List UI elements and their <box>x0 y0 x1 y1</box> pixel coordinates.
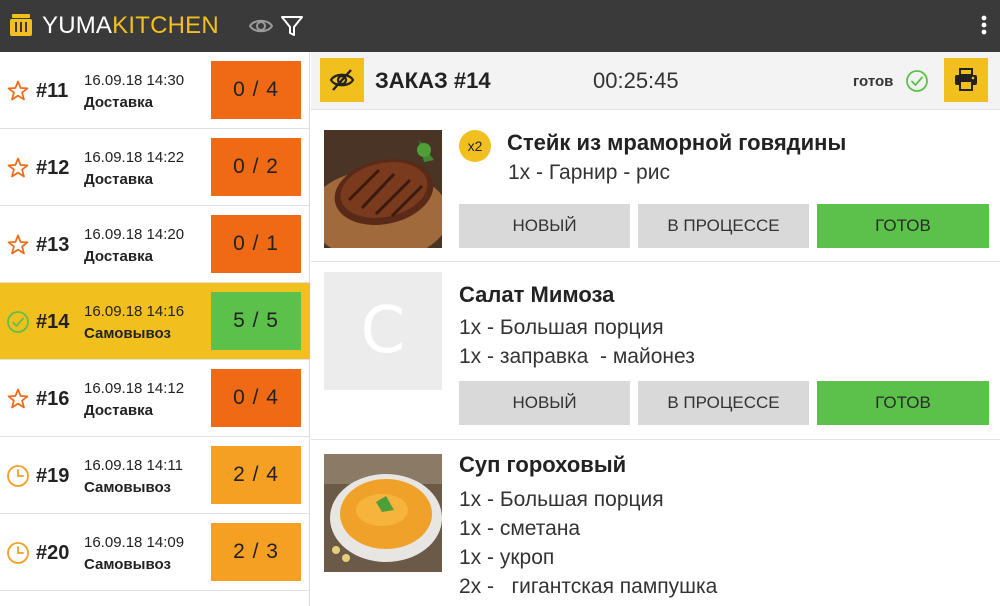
clock-icon <box>7 542 29 564</box>
order-number: #14 <box>36 311 70 333</box>
eye-icon[interactable] <box>248 15 274 37</box>
app-toolbar: YUMAKITCHEN <box>0 0 1000 52</box>
order-type: Доставка <box>84 248 153 265</box>
order-datetime: 16.09.18 14:09 <box>84 534 185 551</box>
status-in-progress-button[interactable]: В ПРОЦЕССЕ <box>638 381 809 425</box>
order-datetime: 16.09.18 14:16 <box>84 303 185 320</box>
order-datetime: 16.09.18 14:11 <box>84 457 183 474</box>
item-modifier: 1x - сметана <box>459 517 581 540</box>
print-button[interactable] <box>944 58 988 102</box>
order-type: Самовывоз <box>84 479 171 496</box>
order-number: #20 <box>36 542 70 564</box>
order-number: #19 <box>36 465 70 487</box>
check-circle-icon[interactable] <box>905 69 929 93</box>
order-type: Доставка <box>84 402 153 419</box>
hide-order-button[interactable] <box>320 58 364 102</box>
more-menu-icon[interactable] <box>974 12 994 40</box>
order-row[interactable]: #16 16.09.18 14:12 Доставка 0 / 4 <box>0 360 310 437</box>
order-item: x2 Стейк из мраморной говядины 1x - Гарн… <box>311 110 1000 262</box>
order-row[interactable]: #12 16.09.18 14:22 Доставка 0 / 2 <box>0 129 310 206</box>
status-new-button[interactable]: НОВЫЙ <box>459 204 630 248</box>
order-datetime: 16.09.18 14:12 <box>84 380 185 397</box>
order-type: Самовывоз <box>84 556 171 573</box>
order-progress-count: 0 / 1 <box>211 215 301 273</box>
order-datetime: 16.09.18 14:30 <box>84 72 185 89</box>
soup-photo <box>324 454 442 572</box>
order-timer: 00:25:45 <box>593 68 679 93</box>
order-datetime: 16.09.18 14:22 <box>84 149 185 166</box>
order-item: Суп гороховый 1x - Большая порция 1x - с… <box>311 440 1000 606</box>
order-type: Доставка <box>84 171 153 188</box>
order-number: #12 <box>36 157 70 179</box>
order-number: #16 <box>36 388 70 410</box>
eye-off-icon <box>329 69 355 91</box>
order-progress-count: 2 / 3 <box>211 523 301 581</box>
status-ready-button[interactable]: ГОТОВ <box>817 381 989 425</box>
star-icon <box>7 388 29 409</box>
order-row[interactable]: #14 16.09.18 14:16 Самовывоз 5 / 5 <box>0 283 310 360</box>
check-circle-icon <box>7 311 29 333</box>
order-title: ЗАКАЗ #14 <box>375 68 491 93</box>
item-modifier: 1x - Большая порция <box>459 316 664 339</box>
order-number: #11 <box>36 80 69 102</box>
clock-icon <box>7 465 29 487</box>
order-progress-count: 0 / 4 <box>211 369 301 427</box>
order-row[interactable]: #19 16.09.18 14:11 Самовывоз 2 / 4 <box>0 437 310 514</box>
item-name: Суп гороховый <box>459 452 627 477</box>
item-image-placeholder: C <box>324 272 442 390</box>
order-row[interactable]: #13 16.09.18 14:20 Доставка 0 / 1 <box>0 206 310 283</box>
item-modifier: 1x - Гарнир - рис <box>508 161 670 184</box>
item-modifier: 1x - укроп <box>459 546 555 569</box>
item-name: Салат Мимоза <box>459 282 615 307</box>
order-progress-count: 0 / 2 <box>211 138 301 196</box>
filter-icon[interactable] <box>280 14 304 38</box>
quantity-badge: x2 <box>459 130 491 162</box>
steak-photo <box>324 130 442 248</box>
star-icon <box>7 234 29 255</box>
order-item: C Салат Мимоза 1x - Большая порция 1x - … <box>311 262 1000 440</box>
status-new-button[interactable]: НОВЫЙ <box>459 381 630 425</box>
order-progress-count: 5 / 5 <box>211 292 301 350</box>
status-ready-button[interactable]: ГОТОВ <box>817 204 989 248</box>
brand-part1: YUMA <box>42 12 113 39</box>
order-type: Самовывоз <box>84 325 171 342</box>
printer-icon <box>955 68 977 91</box>
brand-part2: KITCHEN <box>112 12 219 39</box>
star-icon <box>7 157 29 178</box>
app-brand: YUMAKITCHEN <box>42 11 219 41</box>
order-number: #13 <box>36 234 70 256</box>
star-icon <box>7 80 29 101</box>
item-modifier: 2x - гигантская пампушка <box>459 575 718 598</box>
kitchen-pot-icon <box>10 14 32 36</box>
order-row[interactable]: #20 16.09.18 14:09 Самовывоз 2 / 3 <box>0 514 310 591</box>
item-modifier: 1x - Большая порция <box>459 488 664 511</box>
item-name: Стейк из мраморной говядины <box>507 130 847 155</box>
ready-label: готов <box>853 73 894 90</box>
order-header: ЗАКАЗ #14 00:25:45 готов <box>311 52 1000 110</box>
item-modifier: 1x - заправка - майонез <box>459 345 695 368</box>
order-datetime: 16.09.18 14:20 <box>84 226 185 243</box>
order-row[interactable]: #11 16.09.18 14:30 Доставка 0 / 4 <box>0 52 310 129</box>
order-type: Доставка <box>84 94 153 111</box>
order-progress-count: 2 / 4 <box>211 446 301 504</box>
status-in-progress-button[interactable]: В ПРОЦЕССЕ <box>638 204 809 248</box>
order-progress-count: 0 / 4 <box>211 61 301 119</box>
orders-list: #11 16.09.18 14:30 Доставка 0 / 4 #12 16.09.1… <box>0 52 310 606</box>
